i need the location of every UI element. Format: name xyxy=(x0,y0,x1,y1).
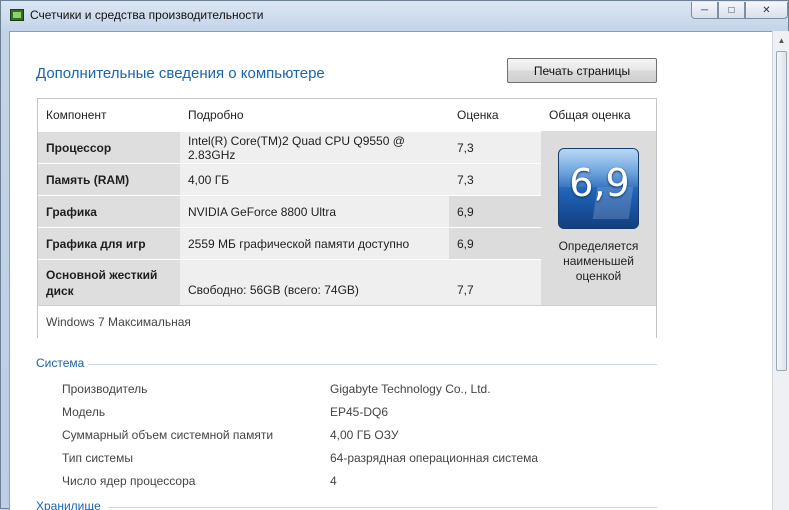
property-value: Gigabyte Technology Co., Ltd. xyxy=(330,382,491,396)
base-score-panel: 6,9 Определяется наименьшей оценкой xyxy=(541,131,656,305)
component-name: Память (RAM) xyxy=(38,164,180,195)
section-title-system: Система xyxy=(36,356,85,370)
page-title: Дополнительные сведения о компьютере xyxy=(36,65,325,82)
window-title: Счетчики и средства производительности xyxy=(30,8,264,22)
section-title-storage: Хранилище xyxy=(36,499,101,510)
minimize-button[interactable]: ─ xyxy=(691,2,718,19)
property-value: 4,00 ГБ ОЗУ xyxy=(330,428,399,442)
component-details: 4,00 ГБ xyxy=(180,164,449,195)
component-details: Свободно: 56GB (всего: 74GB) xyxy=(180,260,449,305)
property-label: Производитель xyxy=(62,382,148,396)
column-header-details: Подробно xyxy=(188,108,244,122)
property-value: 64-разрядная операционная система xyxy=(330,451,539,465)
component-score: 7,3 xyxy=(449,132,541,163)
scroll-up-icon[interactable]: ▲ xyxy=(776,35,787,46)
table-row: Графика для игр 2559 МБ графической памя… xyxy=(38,227,541,259)
column-header-score: Оценка xyxy=(457,108,499,122)
base-score-value: 6,9 xyxy=(569,161,630,205)
property-label: Модель xyxy=(62,405,106,419)
vertical-scrollbar[interactable]: ▲ xyxy=(772,31,789,510)
base-score-badge[interactable]: 6,9 xyxy=(558,148,639,229)
table-row: Основной жесткий диск Свободно: 56GB (вс… xyxy=(38,259,541,305)
close-icon: ✕ xyxy=(762,4,771,16)
table-row: Память (RAM) 4,00 ГБ 7,3 xyxy=(38,163,541,195)
component-score: 6,9 xyxy=(449,196,541,227)
component-score: 7,7 xyxy=(449,260,541,305)
component-name: Графика для игр xyxy=(38,228,180,259)
component-name: Основной жесткий диск xyxy=(38,260,180,305)
scroll-thumb[interactable] xyxy=(776,51,787,371)
property-value: 4 xyxy=(330,474,337,488)
maximize-icon: □ xyxy=(728,4,735,16)
property-label: Суммарный объем системной памяти xyxy=(62,428,274,442)
property-value: EP45-DQ6 xyxy=(330,405,389,419)
table-row: Процессор Intel(R) Core(TM)2 Quad CPU Q9… xyxy=(38,131,541,163)
performance-table: Компонент Подробно Оценка Общая оценка П… xyxy=(37,98,657,338)
minimize-icon: ─ xyxy=(700,4,709,16)
performance-window: Счетчики и средства производительности ─… xyxy=(0,0,789,510)
component-details: Intel(R) Core(TM)2 Quad CPU Q9550 @ 2.83… xyxy=(180,132,449,163)
component-name: Процессор xyxy=(38,132,180,163)
title-bar[interactable]: Счетчики и средства производительности ─… xyxy=(1,1,788,29)
property-label: Число ядер процессора xyxy=(62,474,196,488)
table-row: Графика NVIDIA GeForce 8800 Ultra 6,9 xyxy=(38,195,541,227)
section-divider xyxy=(88,364,657,365)
component-score: 6,9 xyxy=(449,228,541,259)
section-divider xyxy=(108,507,657,508)
component-score: 7,3 xyxy=(449,164,541,195)
property-label: Тип системы xyxy=(62,451,133,465)
column-header-base-score: Общая оценка xyxy=(549,108,631,122)
content-area: Дополнительные сведения о компьютере Печ… xyxy=(9,31,781,510)
base-score-caption: Определяется наименьшей оценкой xyxy=(558,239,639,283)
close-button[interactable]: ✕ xyxy=(745,2,788,19)
column-header-component: Компонент xyxy=(46,108,107,122)
component-details: 2559 МБ графической памяти доступно xyxy=(180,228,449,259)
windows-edition: Windows 7 Максимальная xyxy=(38,305,656,338)
component-details: NVIDIA GeForce 8800 Ultra xyxy=(180,196,449,227)
component-name: Графика xyxy=(38,196,180,227)
maximize-button[interactable]: □ xyxy=(718,2,745,19)
print-page-button[interactable]: Печать страницы xyxy=(507,58,657,83)
performance-app-icon xyxy=(10,9,24,21)
